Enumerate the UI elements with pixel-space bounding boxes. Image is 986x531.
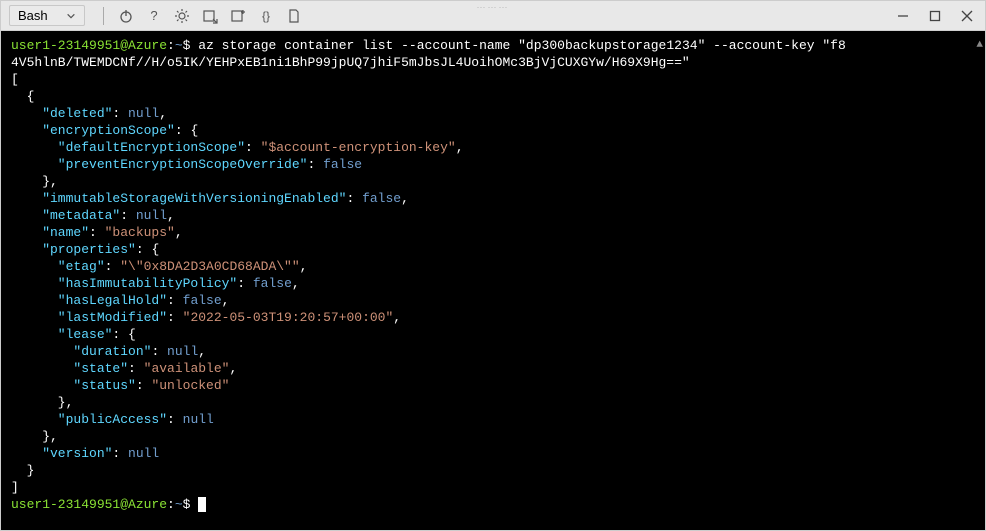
prompt-user: user1-23149951@Azure [11, 38, 167, 53]
chevron-down-icon [66, 11, 76, 21]
toolbar: ⋯⋯⋯ Bash ? {} [1, 1, 985, 31]
shell-selector[interactable]: Bash [9, 5, 85, 26]
power-icon[interactable] [114, 4, 138, 28]
minimize-button[interactable] [893, 6, 913, 26]
drag-handle[interactable]: ⋯⋯⋯ [477, 2, 510, 13]
terminal-output[interactable]: ▲user1-23149951@Azure:~$ az storage cont… [1, 31, 985, 530]
close-button[interactable] [957, 6, 977, 26]
new-file-icon[interactable] [226, 4, 250, 28]
svg-text:{}: {} [262, 9, 270, 23]
scroll-up-icon[interactable]: ▲ [976, 37, 983, 54]
divider [103, 7, 104, 25]
prompt-path: ~ [175, 38, 183, 53]
document-icon[interactable] [282, 4, 306, 28]
command-line-1: az storage container list --account-name… [198, 38, 846, 53]
help-icon[interactable]: ? [142, 4, 166, 28]
prompt-user-2: user1-23149951@Azure [11, 497, 167, 512]
cloud-shell-window: ⋯⋯⋯ Bash ? {} [0, 0, 986, 531]
shell-name: Bash [18, 8, 48, 23]
braces-icon[interactable]: {} [254, 4, 278, 28]
command-line-2: 4V5hlnB/TWEMDCNf//H/o5IK/YEHPxEB1ni1BhP9… [11, 55, 690, 70]
maximize-button[interactable] [925, 6, 945, 26]
svg-text:?: ? [150, 8, 157, 23]
cursor [198, 497, 206, 512]
upload-icon[interactable] [198, 4, 222, 28]
gear-icon[interactable] [170, 4, 194, 28]
